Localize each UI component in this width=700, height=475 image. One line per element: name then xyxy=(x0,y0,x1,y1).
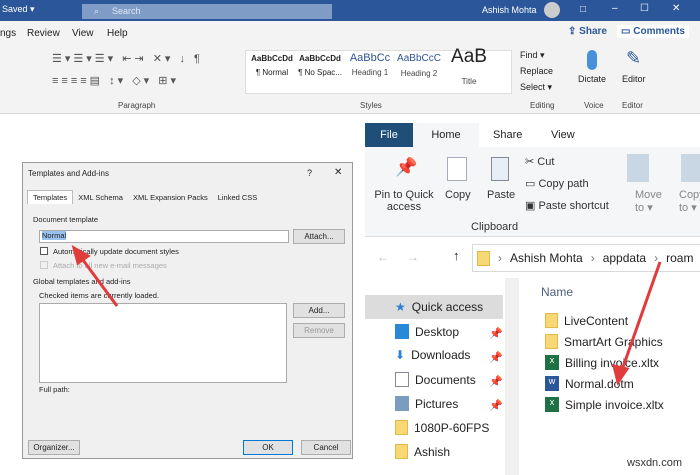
annotation-arrows xyxy=(71,244,662,386)
arrow-to-checkbox xyxy=(78,255,119,307)
arrow-to-normal-dotm xyxy=(620,261,662,371)
arrow-head xyxy=(611,363,630,386)
arrow-head xyxy=(71,244,91,266)
